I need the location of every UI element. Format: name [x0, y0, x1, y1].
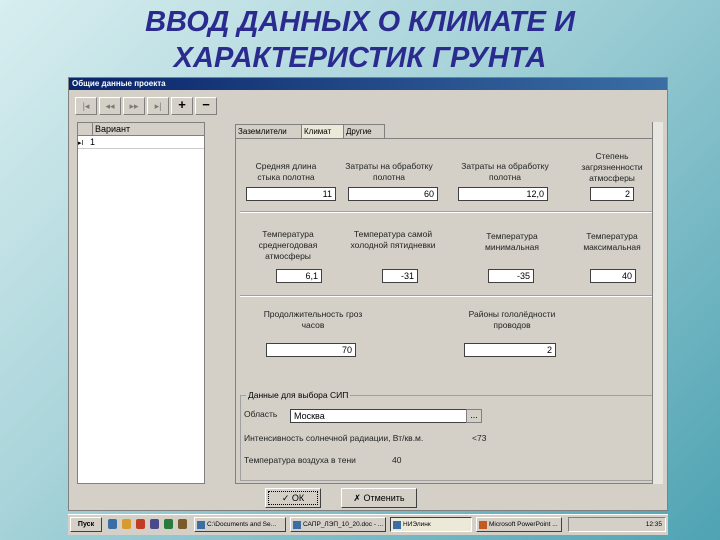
cancel-button[interactable]: ✗ Отменить [341, 488, 417, 508]
task-label: САПР_ЛЭП_10_20.doc - ... [303, 521, 384, 528]
window-titlebar: Общие данные проекта [69, 78, 667, 90]
field-ice-region[interactable]: 2 [464, 343, 556, 357]
field-label-max-temp: Температура максимальная [583, 231, 641, 252]
divider [240, 211, 654, 213]
taskbar: Пуск C:\Documents and Se... САПР_ЛЭП_10_… [68, 514, 668, 535]
field-label-ice-region: Районы гололёдности проводов [468, 309, 556, 330]
taskbar-item-word[interactable]: САПР_ЛЭП_10_20.doc - ... [290, 517, 386, 532]
add-record-button[interactable]: + [171, 97, 193, 115]
start-button[interactable]: Пуск [70, 517, 102, 532]
grid-header-variant: Вариант [95, 124, 131, 134]
region-label: Область [244, 409, 278, 419]
word-icon [293, 521, 301, 529]
taskbar-item-app[interactable]: НИЭлинк [390, 517, 472, 532]
field-thunderstorm-hours[interactable]: 70 [266, 343, 356, 357]
powerpoint-icon [479, 521, 487, 529]
next-record-button[interactable]: ▸▸ [123, 97, 145, 115]
project-data-window: Общие данные проекта |◂ ◂◂ ▸▸ ▸| + − Вар… [68, 77, 668, 511]
field-label-avg-temp: Температура среднегодовая атмосферы [258, 229, 318, 261]
task-label: НИЭлинк [403, 521, 431, 528]
row-value: 1 [90, 137, 96, 147]
grid-header: Вариант [78, 123, 204, 136]
tab-grounding[interactable]: Заземлители [235, 124, 303, 139]
folder-icon [197, 521, 205, 529]
air-temp-value: 40 [392, 455, 402, 465]
field-label-coldest-5day: Температура самой холодной пятидневки [350, 229, 436, 250]
field-min-temp[interactable]: -35 [488, 269, 534, 283]
taskbar-item-powerpoint[interactable]: Microsoft PowerPoint ... [476, 517, 562, 532]
field-processing-cost-1[interactable]: 60 [348, 187, 438, 201]
quicklaunch-app-icon[interactable] [136, 519, 145, 529]
quicklaunch-ie-icon[interactable] [108, 519, 117, 529]
vertical-scrollbar[interactable] [652, 122, 663, 484]
prev-record-button[interactable]: ◂◂ [99, 97, 121, 115]
field-label-pollution-degree: Степень загрязненности атмосферы [581, 151, 643, 183]
taskbar-item-explorer[interactable]: C:\Documents and Se... [194, 517, 286, 532]
field-label-processing-cost-1: Затраты на обработку полотна [345, 161, 433, 182]
quicklaunch-media-icon[interactable] [150, 519, 159, 529]
field-label-stretch-length: Средняя длина стыка полотна [255, 161, 317, 182]
air-temp-label: Температура воздуха в тени [244, 455, 356, 465]
field-max-temp[interactable]: 40 [590, 269, 636, 283]
solar-radiation-label: Интенсивность солнечной радиации, Вт/кв.… [244, 433, 424, 443]
climate-panel: Средняя длина стыка полотна 11 Затраты н… [235, 138, 659, 484]
task-label: Microsoft PowerPoint ... [489, 521, 558, 528]
first-record-button[interactable]: |◂ [75, 97, 97, 115]
field-pollution-degree[interactable]: 2 [590, 187, 634, 201]
field-label-thunderstorm-hours: Продолжительность гроз часов [263, 309, 363, 330]
tab-climate[interactable]: Климат [301, 124, 345, 139]
last-record-button[interactable]: ▸| [147, 97, 169, 115]
slide-title-line1: ВВОД ДАННЫХ О КЛИМАТЕ И [145, 6, 575, 38]
app-icon [393, 521, 401, 529]
divider [240, 295, 654, 297]
field-stretch-length[interactable]: 11 [246, 187, 336, 201]
field-processing-cost-2[interactable]: 12,0 [458, 187, 548, 201]
field-coldest-5day[interactable]: -31 [382, 269, 418, 283]
ok-button[interactable]: ✓ ОК [265, 488, 321, 508]
row-marker: ▸I [78, 140, 84, 147]
slide-title: ВВОД ДАННЫХ О КЛИМАТЕ И ХАРАКТЕРИСТИК ГР… [0, 4, 720, 76]
region-browse-button[interactable]: ... [466, 409, 482, 423]
navigator-toolbar: |◂ ◂◂ ▸▸ ▸| + − [71, 95, 665, 117]
table-row[interactable]: ▸I 1 [78, 136, 204, 149]
field-label-min-temp: Температура минимальная [484, 231, 540, 252]
tab-other[interactable]: Другие [343, 124, 385, 139]
region-select[interactable]: Москва [290, 409, 480, 423]
field-label-processing-cost-2: Затраты на обработку полотна [461, 161, 549, 182]
group-title: Данные для выбора СИП [246, 390, 351, 400]
delete-record-button[interactable]: − [195, 97, 217, 115]
quicklaunch-desktop-icon[interactable] [164, 519, 173, 529]
slide-title-line2: ХАРАКТЕРИСТИК ГРУНТА [173, 42, 547, 74]
splitter[interactable] [209, 122, 227, 484]
quicklaunch-tool-icon[interactable] [178, 519, 187, 529]
task-label: C:\Documents and Se... [207, 521, 277, 528]
variant-grid[interactable]: Вариант ▸I 1 [77, 122, 205, 484]
quicklaunch-folder-icon[interactable] [122, 519, 131, 529]
clock: 12:35 [645, 521, 662, 528]
system-tray: 12:35 [568, 517, 666, 532]
field-avg-temp[interactable]: 6,1 [276, 269, 322, 283]
solar-radiation-value: <73 [472, 433, 487, 443]
